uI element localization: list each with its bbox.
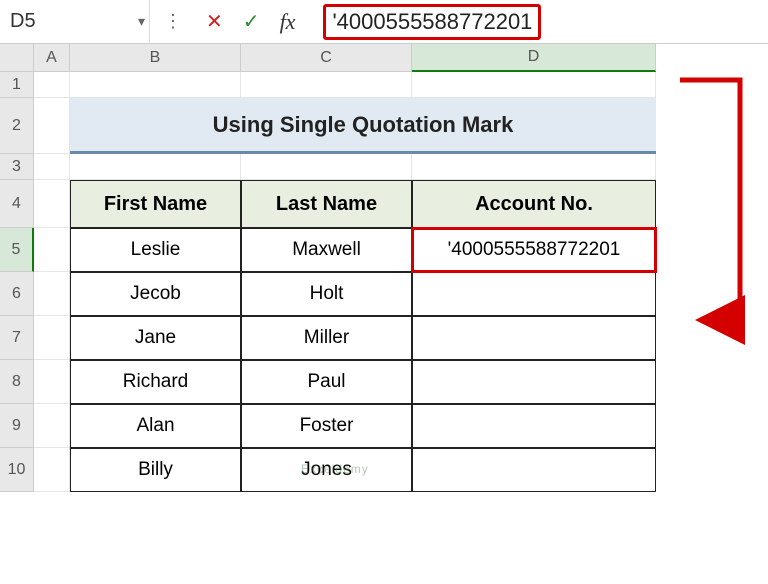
- table-cell-last-8[interactable]: Paul: [241, 360, 412, 404]
- row-header-4[interactable]: 4: [0, 180, 34, 228]
- row-header-5[interactable]: 5: [0, 228, 34, 272]
- table-cell-first-10[interactable]: Billy: [70, 448, 241, 492]
- table-header-acct[interactable]: Account No.: [412, 180, 656, 228]
- cell-A9[interactable]: [34, 404, 70, 448]
- table-cell-acct-5[interactable]: '4000555588772201: [412, 228, 656, 272]
- formula-bar: ▾ ⋮ ✕ ✓ fx '4000555588772201: [0, 0, 768, 44]
- title-cell[interactable]: Using Single Quotation Mark: [70, 98, 656, 154]
- row-header-10[interactable]: 10: [0, 448, 34, 492]
- cell-C1[interactable]: [241, 72, 412, 98]
- row-headers: 12345678910: [0, 72, 34, 492]
- row-header-9[interactable]: 9: [0, 404, 34, 448]
- cell-A5[interactable]: [34, 228, 70, 272]
- cell-A8[interactable]: [34, 360, 70, 404]
- col-header-D[interactable]: D: [412, 44, 656, 72]
- table-cell-first-9[interactable]: Alan: [70, 404, 241, 448]
- formula-input-wrap: '4000555588772201: [305, 0, 768, 43]
- row-header-6[interactable]: 6: [0, 272, 34, 316]
- formula-input[interactable]: '4000555588772201: [323, 4, 541, 40]
- cell-A3[interactable]: [34, 154, 70, 180]
- cell-B3[interactable]: [70, 154, 241, 180]
- col-header-A[interactable]: A: [34, 44, 70, 72]
- table-cell-last-5[interactable]: Maxwell: [241, 228, 412, 272]
- col-header-B[interactable]: B: [70, 44, 241, 72]
- cell-A10[interactable]: [34, 448, 70, 492]
- table-cell-acct-8[interactable]: [412, 360, 656, 404]
- table-cell-first-5[interactable]: Leslie: [70, 228, 241, 272]
- chevron-down-icon[interactable]: ▾: [138, 13, 145, 30]
- row-header-1[interactable]: 1: [0, 72, 34, 98]
- table-header-last[interactable]: Last Name: [241, 180, 412, 228]
- table-cell-acct-10[interactable]: [412, 448, 656, 492]
- row-header-8[interactable]: 8: [0, 360, 34, 404]
- cell-D3[interactable]: [412, 154, 656, 180]
- row-header-2[interactable]: 2: [0, 98, 34, 154]
- table-cell-first-7[interactable]: Jane: [70, 316, 241, 360]
- table-header-first[interactable]: First Name: [70, 180, 241, 228]
- table-cell-acct-7[interactable]: [412, 316, 656, 360]
- table-cell-acct-6[interactable]: [412, 272, 656, 316]
- cell-C3[interactable]: [241, 154, 412, 180]
- row-header-7[interactable]: 7: [0, 316, 34, 360]
- select-all-corner[interactable]: [0, 44, 34, 72]
- name-box[interactable]: [10, 10, 120, 33]
- cancel-icon[interactable]: ✕: [196, 9, 233, 34]
- cell-A4[interactable]: [34, 180, 70, 228]
- enter-icon[interactable]: ✓: [233, 9, 270, 34]
- cell-A1[interactable]: [34, 72, 70, 98]
- fx-icon[interactable]: fx: [270, 9, 306, 35]
- cell-A2[interactable]: [34, 98, 70, 154]
- table-cell-last-7[interactable]: Miller: [241, 316, 412, 360]
- row-header-3[interactable]: 3: [0, 154, 34, 180]
- table-cell-first-6[interactable]: Jecob: [70, 272, 241, 316]
- col-header-C[interactable]: C: [241, 44, 412, 72]
- cell-D1[interactable]: [412, 72, 656, 98]
- table-cell-acct-9[interactable]: [412, 404, 656, 448]
- column-headers: ABCD: [34, 44, 656, 72]
- watermark: Exceldemy: [301, 462, 369, 476]
- table-cell-first-8[interactable]: Richard: [70, 360, 241, 404]
- cell-A7[interactable]: [34, 316, 70, 360]
- name-box-wrap: ▾: [0, 0, 150, 43]
- more-icon[interactable]: ⋮: [164, 11, 182, 32]
- cell-B1[interactable]: [70, 72, 241, 98]
- table-cell-last-6[interactable]: Holt: [241, 272, 412, 316]
- table-cell-last-9[interactable]: Foster: [241, 404, 412, 448]
- cell-A6[interactable]: [34, 272, 70, 316]
